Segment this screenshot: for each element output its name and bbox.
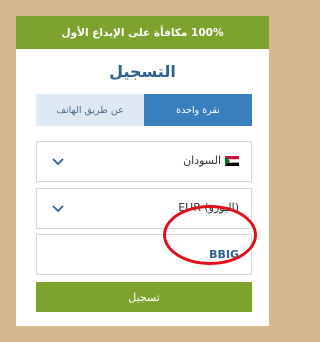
register-button[interactable]: تسجيل	[36, 282, 252, 312]
register-button-label: تسجيل	[128, 291, 160, 304]
tab-one-click[interactable]: نقرة واحدة	[144, 94, 252, 126]
sudan-flag-icon	[225, 156, 239, 166]
tab-by-phone[interactable]: عن طريق الهاتف	[36, 94, 144, 126]
country-value: السودان	[183, 154, 221, 167]
tab-by-phone-label: عن طريق الهاتف	[56, 104, 124, 116]
chevron-down-icon	[52, 205, 64, 213]
tab-one-click-label: نقرة واحدة	[176, 104, 220, 116]
bonus-banner: 100% مكافأة على الإيداع الأول	[16, 16, 269, 49]
bonus-banner-text: 100% مكافأة على الإيداع الأول	[61, 26, 224, 39]
registration-card: 100% مكافأة على الإيداع الأول التسجيل عن…	[16, 16, 269, 326]
country-select[interactable]: السودان	[36, 141, 252, 182]
chevron-down-icon	[52, 158, 64, 166]
promo-code-input[interactable]: BBIG	[36, 234, 252, 275]
page-title: التسجيل	[109, 62, 176, 81]
currency-value: EUR (اليورو)	[178, 201, 239, 214]
registration-tabs: عن طريق الهاتف نقرة واحدة	[36, 94, 252, 126]
currency-select[interactable]: EUR (اليورو)	[36, 188, 252, 229]
promo-code-value: BBIG	[209, 248, 239, 261]
